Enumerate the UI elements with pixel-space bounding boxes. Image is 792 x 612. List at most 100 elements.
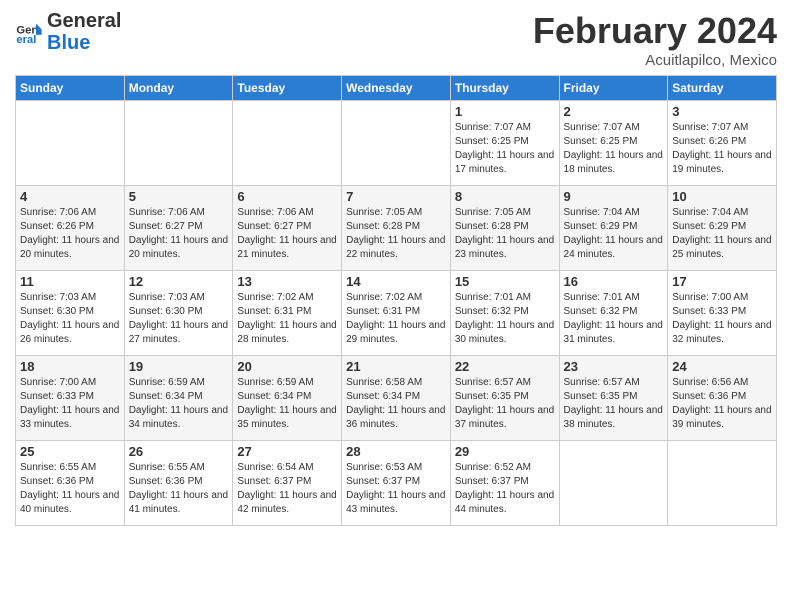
calendar-cell: 5Sunrise: 7:06 AM Sunset: 6:27 PM Daylig… [124, 186, 233, 271]
day-info: Sunrise: 6:55 AM Sunset: 6:36 PM Dayligh… [20, 461, 120, 517]
calendar-cell: 7 Sunrise: 7:05 AM Sunset: 6:28 PM Daylig… [342, 186, 451, 271]
day-info: Sunrise: 6:57 AM Sunset: 6:35 PM Dayligh… [455, 376, 555, 432]
calendar-cell [16, 101, 125, 186]
day-number: 10 [672, 189, 772, 204]
logo-general: General [47, 10, 121, 32]
logo-blue: Blue [47, 32, 121, 54]
calendar-cell: 10 Sunrise: 7:04 AM Sunset: 6:29 PM Dayli… [668, 186, 777, 271]
day-info: Sunrise: 6:59 AM Sunset: 6:34 PM Dayligh… [237, 376, 337, 432]
calendar-cell: 28 Sunrise: 6:53 AM Sunset: 6:37 PM Dayli… [342, 441, 451, 526]
calendar-cell: 12 Sunrise: 7:03 AM Sunset: 6:30 PM Dayli… [124, 271, 233, 356]
calendar-cell [559, 441, 668, 526]
day-number: 18 [20, 359, 120, 374]
day-info: Sunrise: 7:02 AM Sunset: 6:31 PM Dayligh… [237, 291, 337, 347]
svg-text:eral: eral [16, 34, 36, 46]
day-info: Sunrise: 7:03 AM Sunset: 6:30 PM Dayligh… [20, 291, 120, 347]
day-number: 15 [455, 274, 555, 289]
week-row-2: 11Sunrise: 7:03 AM Sunset: 6:30 PM Dayli… [16, 271, 777, 356]
day-number: 19 [129, 359, 229, 374]
day-number: 9 [564, 189, 664, 204]
week-row-4: 25 Sunrise: 6:55 AM Sunset: 6:36 PM Dayli… [16, 441, 777, 526]
day-number: 27 [237, 444, 337, 459]
calendar-cell [342, 101, 451, 186]
day-info: Sunrise: 6:57 AM Sunset: 6:35 PM Dayligh… [564, 376, 664, 432]
calendar-cell: 26Sunrise: 6:55 AM Sunset: 6:36 PM Dayli… [124, 441, 233, 526]
day-number: 3 [672, 104, 772, 119]
weekday-header-sunday: Sunday [16, 76, 125, 101]
day-info: Sunrise: 7:05 AM Sunset: 6:28 PM Dayligh… [455, 206, 555, 262]
day-info: Sunrise: 7:03 AM Sunset: 6:30 PM Dayligh… [129, 291, 229, 347]
calendar-cell: 17 Sunrise: 7:00 AM Sunset: 6:33 PM Dayli… [668, 271, 777, 356]
day-number: 14 [346, 274, 446, 289]
weekday-header-wednesday: Wednesday [342, 76, 451, 101]
calendar-cell: 11Sunrise: 7:03 AM Sunset: 6:30 PM Dayli… [16, 271, 125, 356]
day-number: 1 [455, 104, 555, 119]
day-number: 28 [346, 444, 446, 459]
day-number: 22 [455, 359, 555, 374]
day-info: Sunrise: 7:04 AM Sunset: 6:29 PM Dayligh… [564, 206, 664, 262]
day-number: 20 [237, 359, 337, 374]
day-number: 29 [455, 444, 555, 459]
day-number: 8 [455, 189, 555, 204]
calendar-cell: 24 Sunrise: 6:56 AM Sunset: 6:36 PM Dayli… [668, 356, 777, 441]
calendar-cell [668, 441, 777, 526]
day-number: 23 [564, 359, 664, 374]
calendar-cell: 22 Sunrise: 6:57 AM Sunset: 6:35 PM Dayli… [450, 356, 559, 441]
calendar-cell [124, 101, 233, 186]
calendar-cell: 29 Sunrise: 6:52 AM Sunset: 6:37 PM Dayli… [450, 441, 559, 526]
day-number: 24 [672, 359, 772, 374]
weekday-header-thursday: Thursday [450, 76, 559, 101]
calendar-cell: 16Sunrise: 7:01 AM Sunset: 6:32 PM Dayli… [559, 271, 668, 356]
day-info: Sunrise: 7:05 AM Sunset: 6:28 PM Dayligh… [346, 206, 446, 262]
calendar-cell: 6 Sunrise: 7:06 AM Sunset: 6:27 PM Daylig… [233, 186, 342, 271]
day-number: 5 [129, 189, 229, 204]
calendar-cell: 27 Sunrise: 6:54 AM Sunset: 6:37 PM Dayli… [233, 441, 342, 526]
day-number: 21 [346, 359, 446, 374]
day-info: Sunrise: 7:04 AM Sunset: 6:29 PM Dayligh… [672, 206, 772, 262]
day-number: 17 [672, 274, 772, 289]
calendar-cell [233, 101, 342, 186]
location-title: Acuitlapilco, Mexico [533, 52, 777, 69]
calendar-cell: 3 Sunrise: 7:07 AM Sunset: 6:26 PM Daylig… [668, 101, 777, 186]
calendar-cell: 18 Sunrise: 7:00 AM Sunset: 6:33 PM Dayli… [16, 356, 125, 441]
day-info: Sunrise: 6:53 AM Sunset: 6:37 PM Dayligh… [346, 461, 446, 517]
day-info: Sunrise: 7:00 AM Sunset: 6:33 PM Dayligh… [20, 376, 120, 432]
day-number: 6 [237, 189, 337, 204]
day-info: Sunrise: 7:06 AM Sunset: 6:26 PM Dayligh… [20, 206, 120, 262]
calendar-cell: 21Sunrise: 6:58 AM Sunset: 6:34 PM Dayli… [342, 356, 451, 441]
logo: Gen eral General Blue [15, 10, 121, 54]
month-title: February 2024 [533, 10, 777, 52]
calendar-cell: 23 Sunrise: 6:57 AM Sunset: 6:35 PM Dayli… [559, 356, 668, 441]
day-number: 4 [20, 189, 120, 204]
day-number: 25 [20, 444, 120, 459]
day-info: Sunrise: 6:52 AM Sunset: 6:37 PM Dayligh… [455, 461, 555, 517]
day-number: 7 [346, 189, 446, 204]
day-info: Sunrise: 7:00 AM Sunset: 6:33 PM Dayligh… [672, 291, 772, 347]
weekday-header-tuesday: Tuesday [233, 76, 342, 101]
day-info: Sunrise: 6:54 AM Sunset: 6:37 PM Dayligh… [237, 461, 337, 517]
day-info: Sunrise: 7:07 AM Sunset: 6:25 PM Dayligh… [455, 121, 555, 177]
calendar-cell: 14 Sunrise: 7:02 AM Sunset: 6:31 PM Dayli… [342, 271, 451, 356]
calendar-cell: 2Sunrise: 7:07 AM Sunset: 6:25 PM Daylig… [559, 101, 668, 186]
day-info: Sunrise: 6:56 AM Sunset: 6:36 PM Dayligh… [672, 376, 772, 432]
day-number: 12 [129, 274, 229, 289]
day-info: Sunrise: 7:02 AM Sunset: 6:31 PM Dayligh… [346, 291, 446, 347]
calendar-table: SundayMondayTuesdayWednesdayThursdayFrid… [15, 75, 777, 526]
title-area: February 2024 Acuitlapilco, Mexico [533, 10, 777, 69]
day-number: 16 [564, 274, 664, 289]
calendar-cell: 15 Sunrise: 7:01 AM Sunset: 6:32 PM Dayli… [450, 271, 559, 356]
weekday-header-row: SundayMondayTuesdayWednesdayThursdayFrid… [16, 76, 777, 101]
weekday-header-monday: Monday [124, 76, 233, 101]
calendar-cell: 1 Sunrise: 7:07 AM Sunset: 6:25 PM Daylig… [450, 101, 559, 186]
day-info: Sunrise: 7:01 AM Sunset: 6:32 PM Dayligh… [455, 291, 555, 347]
calendar-cell: 13Sunrise: 7:02 AM Sunset: 6:31 PM Dayli… [233, 271, 342, 356]
day-number: 26 [129, 444, 229, 459]
day-number: 2 [564, 104, 664, 119]
calendar-cell: 9 Sunrise: 7:04 AM Sunset: 6:29 PM Daylig… [559, 186, 668, 271]
day-info: Sunrise: 7:07 AM Sunset: 6:26 PM Dayligh… [672, 121, 772, 177]
week-row-1: 4 Sunrise: 7:06 AM Sunset: 6:26 PM Daylig… [16, 186, 777, 271]
day-info: Sunrise: 7:06 AM Sunset: 6:27 PM Dayligh… [237, 206, 337, 262]
week-row-3: 18 Sunrise: 7:00 AM Sunset: 6:33 PM Dayli… [16, 356, 777, 441]
calendar-cell: 4 Sunrise: 7:06 AM Sunset: 6:26 PM Daylig… [16, 186, 125, 271]
calendar-cell: 20 Sunrise: 6:59 AM Sunset: 6:34 PM Dayli… [233, 356, 342, 441]
